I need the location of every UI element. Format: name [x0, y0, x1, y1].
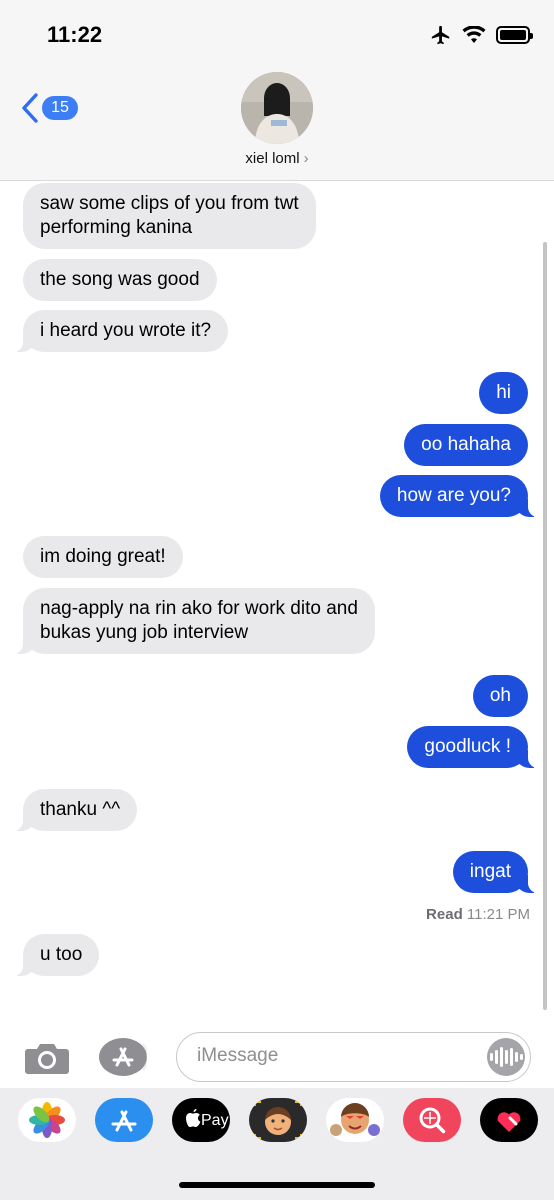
- battery-icon: [496, 26, 533, 44]
- incoming-message[interactable]: im doing great!: [23, 536, 183, 578]
- contact-name: xiel loml: [245, 150, 300, 167]
- contact-name-button[interactable]: xiel loml ›: [0, 150, 554, 167]
- memoji-icon[interactable]: [249, 1098, 307, 1142]
- status-bar: 11:22: [0, 0, 554, 70]
- outgoing-message[interactable]: hi: [479, 372, 528, 414]
- unread-badge: 15: [42, 96, 78, 120]
- digital-touch-icon[interactable]: [480, 1098, 538, 1142]
- camera-icon[interactable]: [24, 1041, 70, 1075]
- conversation-header: 15 xiel loml ›: [0, 70, 554, 181]
- message-input-container: [176, 1032, 531, 1082]
- outgoing-message[interactable]: oo hahaha: [404, 424, 528, 466]
- incoming-message[interactable]: nag-apply na rin ako for work dito and b…: [11, 588, 375, 654]
- avatar[interactable]: [241, 72, 313, 144]
- status-time: 11:22: [47, 22, 103, 47]
- incoming-message[interactable]: thanku ^^: [10, 789, 138, 831]
- composer-row: [0, 1028, 554, 1086]
- memoji-stickers-icon[interactable]: [326, 1098, 384, 1142]
- home-indicator[interactable]: [179, 1182, 375, 1188]
- incoming-message[interactable]: u too: [10, 934, 100, 976]
- chevron-right-icon: ›: [303, 150, 309, 167]
- back-button[interactable]: 15: [20, 92, 78, 124]
- read-receipt: Read 11:21 PM: [426, 906, 530, 923]
- outgoing-message[interactable]: ingat: [452, 851, 541, 893]
- incoming-message[interactable]: i heard you wrote it?: [10, 310, 229, 352]
- outgoing-message[interactable]: goodluck !: [407, 726, 540, 768]
- airplane-icon: [431, 25, 450, 45]
- message-input[interactable]: [197, 1045, 477, 1067]
- image-search-icon[interactable]: [403, 1098, 461, 1142]
- apple-pay-label: Pay: [201, 1112, 229, 1129]
- app-store-icon: [112, 1043, 149, 1071]
- status-icons: [430, 24, 533, 46]
- scrollbar[interactable]: [543, 242, 547, 1010]
- wifi-icon: [462, 26, 486, 43]
- incoming-message[interactable]: saw some clips of you from twt performin…: [23, 183, 316, 249]
- outgoing-message[interactable]: oh: [472, 675, 528, 717]
- incoming-message[interactable]: the song was good: [23, 259, 217, 301]
- chevron-left-icon: [22, 93, 38, 123]
- read-time: 11:21 PM: [466, 906, 530, 923]
- audio-message-button[interactable]: [487, 1038, 525, 1076]
- read-label: Read: [426, 906, 463, 923]
- app-store-icon[interactable]: [95, 1098, 153, 1142]
- apple-pay-icon[interactable]: Pay: [172, 1098, 230, 1142]
- apps-button[interactable]: [99, 1038, 149, 1076]
- outgoing-message[interactable]: how are you?: [379, 475, 541, 517]
- avatar-photo: [241, 72, 313, 144]
- photos-app-icon[interactable]: [18, 1098, 76, 1142]
